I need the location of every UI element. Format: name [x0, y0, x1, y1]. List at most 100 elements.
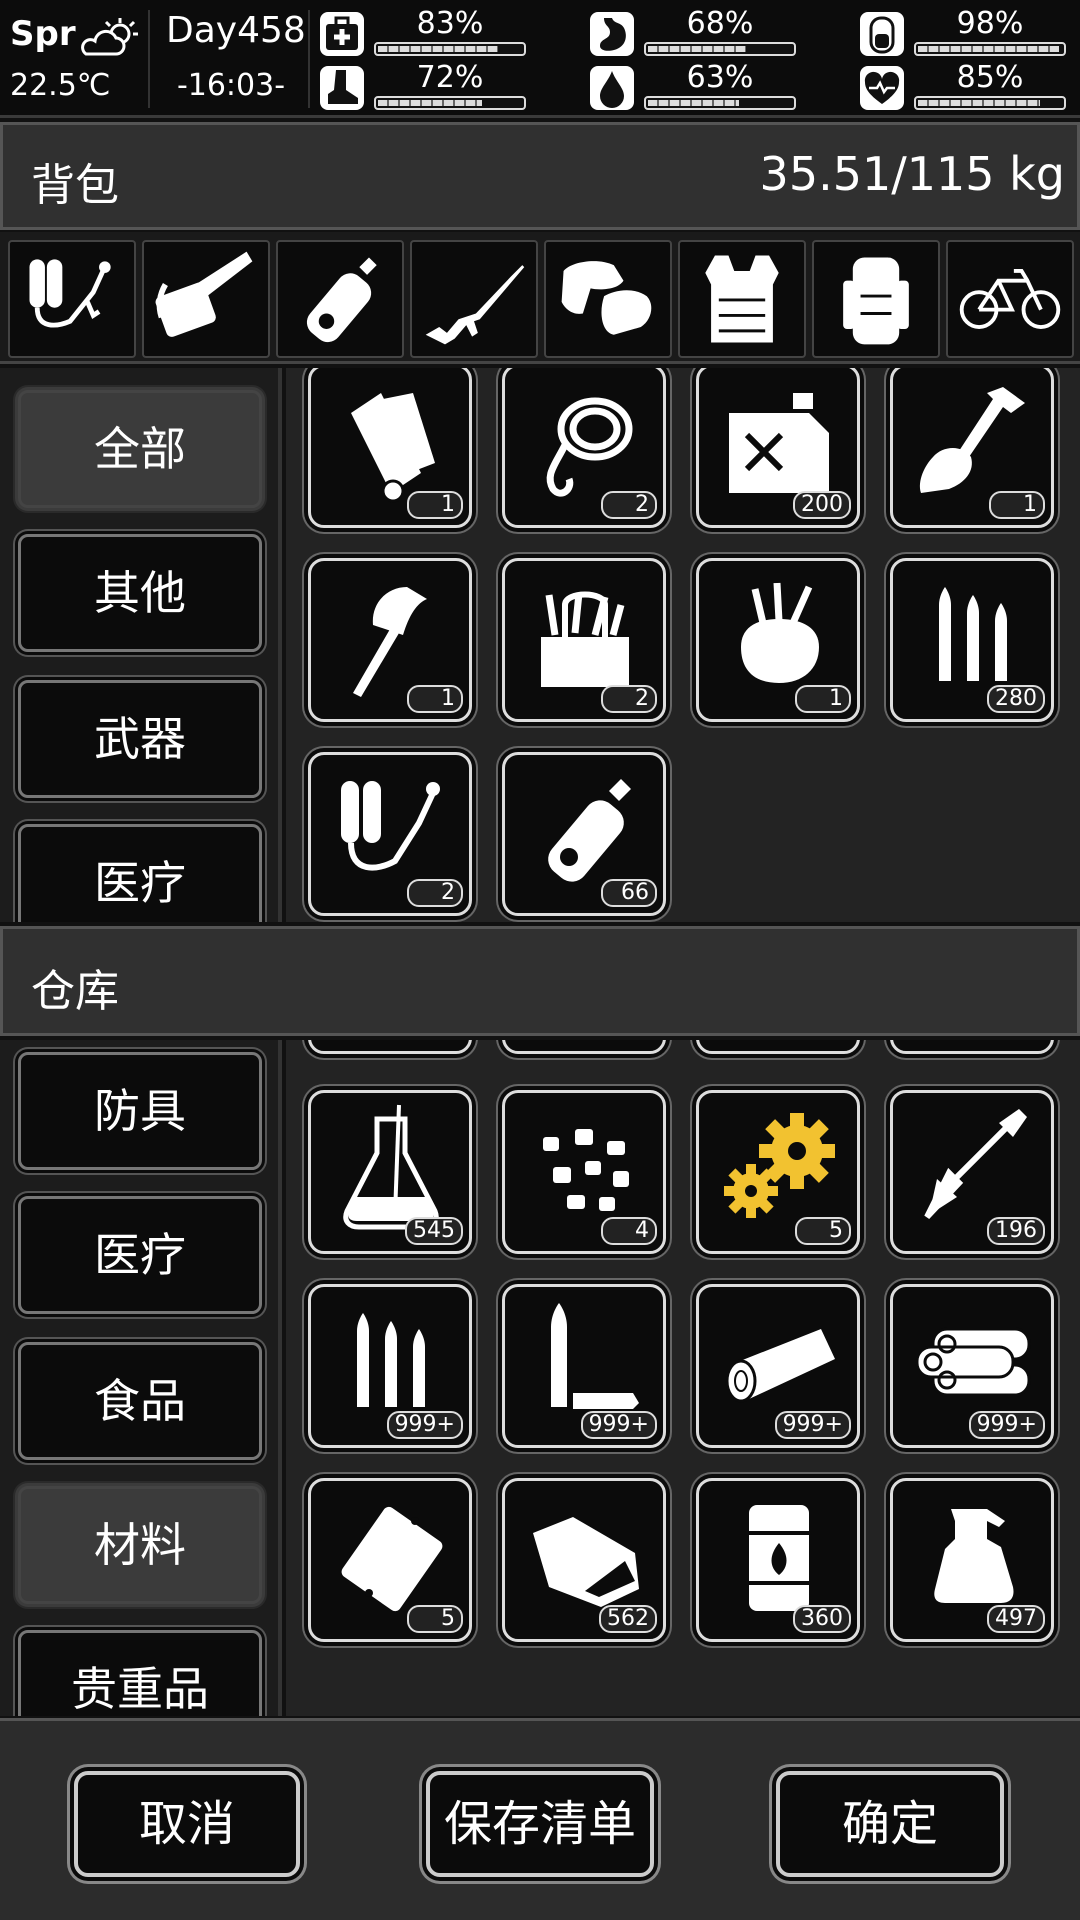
backpack-category-list[interactable]: 全部 其他 武器 医疗 [0, 368, 282, 922]
divider [308, 10, 310, 108]
stat-bar [644, 42, 796, 56]
item-count: 1 [795, 685, 851, 713]
stat-energy: 98% [860, 6, 1070, 58]
day-counter: Day458 [166, 10, 306, 51]
backpack-weight: 35.51/115 kg [759, 147, 1065, 201]
backpack-header: 背包 35.51/115 kg [0, 122, 1080, 230]
item-slot[interactable]: 4 [502, 1090, 666, 1254]
item-slot[interactable] [890, 1040, 1054, 1054]
category-other[interactable]: 其他 [18, 534, 262, 652]
item-slot[interactable]: 1 [696, 558, 860, 722]
item-count: 360 [793, 1605, 851, 1633]
stat-value: 85% [956, 60, 1024, 95]
category-all[interactable]: 全部 [18, 390, 262, 508]
item-count: 545 [405, 1217, 463, 1245]
medkit-icon [320, 12, 364, 56]
item-slot[interactable]: 562 [502, 1478, 666, 1642]
stat-bar [914, 42, 1066, 56]
stat-hunger: 68% [590, 6, 800, 58]
item-slot[interactable]: 280 [890, 558, 1054, 722]
item-count: 1 [989, 491, 1045, 519]
item-count: 2 [601, 685, 657, 713]
divider [148, 10, 150, 108]
category-materials[interactable]: 材料 [18, 1486, 262, 1604]
item-slot[interactable]: 66 [502, 752, 666, 916]
item-count: 562 [599, 1605, 657, 1633]
stomach-icon [590, 12, 634, 56]
bicycle-icon[interactable] [946, 240, 1074, 358]
gloves-icon[interactable] [544, 240, 672, 358]
stat-value: 68% [686, 6, 754, 41]
item-slot[interactable] [502, 1040, 666, 1054]
item-count: 4 [601, 1217, 657, 1245]
stat-value: 98% [956, 6, 1024, 41]
item-count: 2 [407, 879, 463, 907]
item-slot[interactable]: 999+ [308, 1284, 472, 1448]
item-count: 999+ [386, 1411, 463, 1439]
category-armor[interactable]: 防具 [18, 1052, 262, 1170]
category-food[interactable]: 食品 [18, 1342, 262, 1460]
item-count: 280 [987, 685, 1045, 713]
category-medical[interactable]: 医疗 [18, 1196, 262, 1314]
stat-bar [914, 96, 1066, 110]
stat-bar [644, 96, 796, 110]
item-count: 999+ [968, 1411, 1045, 1439]
item-slot[interactable]: 999+ [890, 1284, 1054, 1448]
stat-bar [374, 42, 526, 56]
item-slot[interactable]: 1 [308, 368, 472, 528]
item-slot[interactable]: 497 [890, 1478, 1054, 1642]
stat-stamina: 72% [320, 60, 530, 112]
item-slot[interactable] [308, 1040, 472, 1054]
item-count: 1 [407, 491, 463, 519]
item-slot[interactable]: 360 [696, 1478, 860, 1642]
flamethrower-icon[interactable] [8, 240, 136, 358]
footer-bar: 取消 保存清单 确定 [0, 1718, 1080, 1920]
stat-value: 72% [416, 60, 484, 95]
item-slot[interactable]: 1 [308, 558, 472, 722]
item-slot[interactable]: 545 [308, 1090, 472, 1254]
season-label: Spr [10, 14, 76, 54]
stat-value: 63% [686, 60, 754, 95]
item-count: 497 [987, 1605, 1045, 1633]
stat-bar [374, 96, 526, 110]
vest-icon[interactable] [678, 240, 806, 358]
battery-icon [860, 12, 904, 56]
category-medical[interactable]: 医疗 [18, 824, 262, 922]
chainsaw-icon[interactable] [142, 240, 270, 358]
warehouse-title: 仓库 [31, 966, 119, 1017]
category-valuables[interactable]: 贵重品 [18, 1630, 262, 1716]
item-slot[interactable] [696, 1040, 860, 1054]
temperature-label: 22.5℃ [10, 68, 111, 103]
item-slot[interactable]: 2 [502, 558, 666, 722]
item-slot[interactable]: 999+ [696, 1284, 860, 1448]
category-weapons[interactable]: 武器 [18, 680, 262, 798]
cancel-button[interactable]: 取消 [74, 1771, 300, 1877]
confirm-button[interactable]: 确定 [776, 1771, 1004, 1877]
partly-cloudy-icon [81, 18, 138, 56]
item-count: 1 [407, 685, 463, 713]
item-slot[interactable]: 2 [502, 368, 666, 528]
item-slot[interactable]: 5 [696, 1090, 860, 1254]
item-count: 200 [793, 491, 851, 519]
warehouse-header: 仓库 [0, 926, 1080, 1036]
water-drop-icon [590, 66, 634, 110]
warehouse-item-grid[interactable]: 545 4 5 196 999+ 999+ 999+ 999+ 5 562 36… [286, 1040, 1080, 1716]
rifle-icon[interactable] [410, 240, 538, 358]
item-slot[interactable]: 2 [308, 752, 472, 916]
stat-thirst: 63% [590, 60, 800, 112]
backpack-item-grid[interactable]: 1 2 200 1 1 2 1 280 2 66 [286, 368, 1080, 922]
item-count: 2 [601, 491, 657, 519]
item-count: 66 [601, 879, 657, 907]
backpack-icon[interactable] [812, 240, 940, 358]
item-slot[interactable]: 200 [696, 368, 860, 528]
save-list-button[interactable]: 保存清单 [426, 1771, 654, 1877]
item-slot[interactable]: 999+ [502, 1284, 666, 1448]
equipment-row [0, 232, 1080, 364]
item-slot[interactable]: 1 [890, 368, 1054, 528]
item-slot[interactable]: 196 [890, 1090, 1054, 1254]
item-count: 5 [407, 1605, 463, 1633]
warehouse-category-list[interactable]: 防具 医疗 食品 材料 贵重品 [0, 1040, 282, 1716]
stat-health: 83% [320, 6, 530, 58]
bottle-icon[interactable] [276, 240, 404, 358]
item-slot[interactable]: 5 [308, 1478, 472, 1642]
